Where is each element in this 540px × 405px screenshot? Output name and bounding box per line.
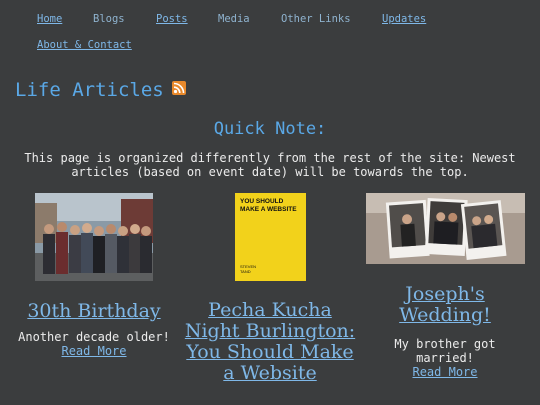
- book-cover-author: STEVEN TAND: [240, 264, 257, 274]
- read-more-link-birthday[interactable]: Read More: [5, 344, 183, 358]
- nav-blogs[interactable]: Blogs: [93, 13, 125, 25]
- book-cover-image[interactable]: YOU SHOULD MAKE A WEBSITE STEVEN TAND: [235, 193, 306, 281]
- article-description-birthday: Another decade older!: [18, 330, 170, 344]
- nav-media[interactable]: Media: [218, 13, 250, 25]
- quick-note-text: This page is organized differently from …: [24, 151, 516, 179]
- article-card-pecha-kucha: Pecha Kucha Night Burlington: You Should…: [182, 300, 358, 384]
- birthday-photo[interactable]: [35, 193, 153, 281]
- rss-icon[interactable]: [172, 81, 186, 95]
- article-card-birthday: 30th Birthday Another decade older! Read…: [5, 300, 183, 358]
- nav-about-contact[interactable]: About & Contact: [37, 39, 132, 51]
- article-description-wedding: My brother got married!: [394, 337, 496, 365]
- article-title-pecha-kucha[interactable]: Pecha Kucha Night Burlington: You Should…: [182, 300, 358, 384]
- page-title: Life Articles: [15, 79, 164, 101]
- nav-updates[interactable]: Updates: [382, 13, 426, 25]
- read-more-link-wedding[interactable]: Read More: [370, 365, 520, 379]
- wedding-photo[interactable]: [366, 193, 525, 264]
- nav-other-links[interactable]: Other Links: [281, 13, 351, 25]
- book-cover-title: YOU SHOULD MAKE A WEBSITE: [240, 198, 297, 213]
- article-card-wedding: Joseph's Wedding! My brother got married…: [370, 284, 520, 380]
- article-title-wedding[interactable]: Joseph's Wedding!: [370, 284, 520, 326]
- nav-home[interactable]: Home: [37, 13, 62, 25]
- quick-note-title: Quick Note:: [213, 119, 327, 139]
- article-title-birthday[interactable]: 30th Birthday: [5, 300, 183, 322]
- nav-posts[interactable]: Posts: [156, 13, 188, 25]
